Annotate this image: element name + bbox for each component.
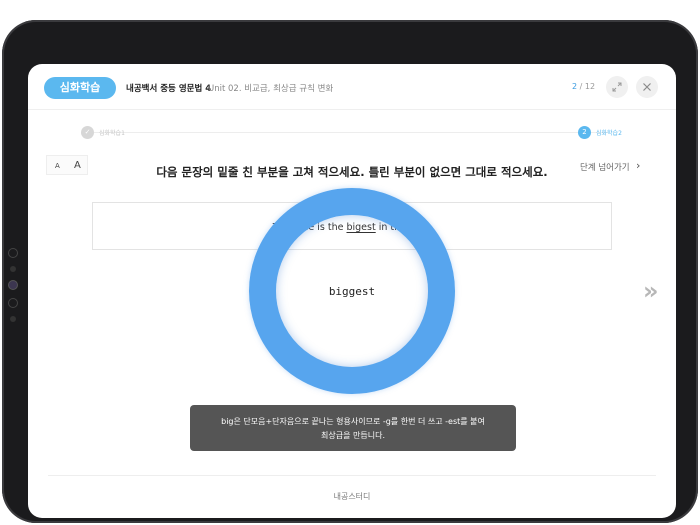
step-1-check-icon: ✓	[81, 126, 94, 139]
step-2-label: 심화학습2	[596, 130, 622, 137]
fullscreen-button[interactable]	[606, 76, 628, 98]
side-button	[8, 248, 18, 258]
side-indicator	[10, 316, 16, 322]
next-page-arrow-icon[interactable]: »	[643, 277, 658, 305]
book-title: 내공백서 중등 영문법 4	[126, 84, 212, 94]
tablet-device: 심화학습 내공백서 중등 영문법 4 Unit 02. 비교급, 최상급 규칙 …	[2, 20, 698, 523]
camera-icon	[8, 280, 18, 290]
app-header: 심화학습 내공백서 중등 영문법 4 Unit 02. 비교급, 최상급 규칙 …	[28, 64, 676, 110]
answer-text: biggest	[328, 285, 376, 298]
expand-icon	[612, 82, 622, 92]
close-icon	[643, 83, 651, 91]
side-button	[8, 298, 18, 308]
explanation-line-2: 최상급을 만듭니다.	[321, 431, 385, 440]
app-screen: 심화학습 내공백서 중등 영문법 4 Unit 02. 비교급, 최상급 규칙 …	[28, 64, 676, 518]
side-indicator	[10, 266, 16, 272]
tablet-side-buttons	[8, 248, 20, 330]
footer-brand: 내공스터디	[333, 492, 371, 501]
footer-divider	[48, 475, 656, 476]
step-1-label: 심화학습1	[99, 130, 125, 137]
progress-track	[88, 132, 608, 133]
unit-title: Unit 02. 비교급, 최상급 규칙 변화	[208, 84, 334, 94]
page-counter: 2 / 12	[572, 82, 595, 91]
page-current: 2	[572, 82, 578, 91]
explanation-line-1: big은 단모음+단자음으로 끝나는 형용사이므로 -g를 한번 더 쓰고 -e…	[221, 417, 485, 426]
explanation-tooltip: big은 단모음+단자음으로 끝나는 형용사이므로 -g를 한번 더 쓰고 -e…	[190, 405, 516, 451]
close-button[interactable]	[636, 76, 658, 98]
step-2-indicator: 2	[578, 126, 591, 139]
page-total: / 12	[579, 82, 596, 91]
section-badge: 심화학습	[44, 77, 116, 99]
question-instruction: 다음 문장의 밑줄 친 부분을 고쳐 적으세요. 틀린 부분이 없으면 그대로 …	[156, 165, 548, 179]
